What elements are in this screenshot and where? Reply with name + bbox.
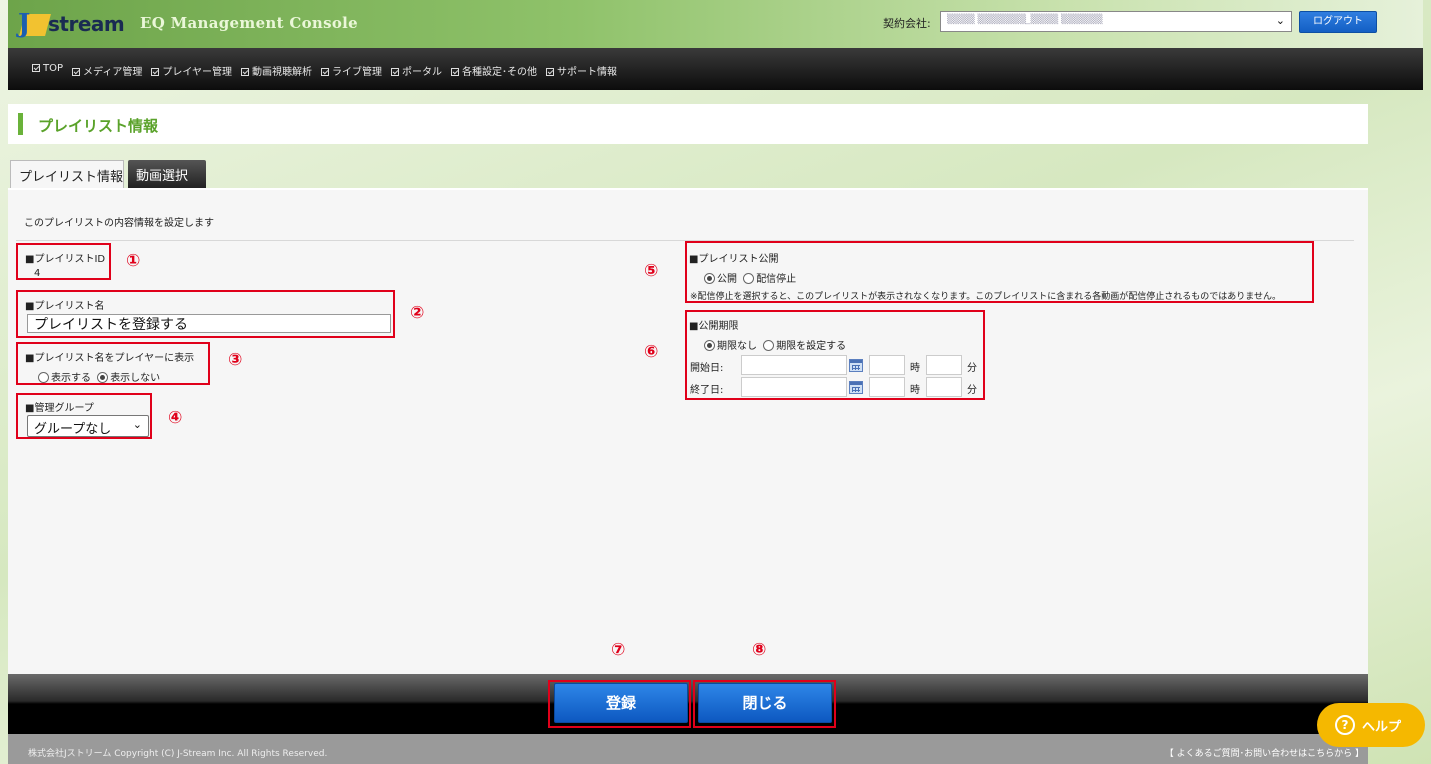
checkbox-icon xyxy=(151,68,160,76)
logo-text: stream xyxy=(48,12,125,36)
form-intro: このプレイリストの内容情報を設定します xyxy=(24,218,214,229)
annotation-number-6: ⑥ xyxy=(644,342,659,362)
logo-letter: J xyxy=(18,9,31,39)
annotation-number-2: ② xyxy=(410,303,425,323)
nav-item-settings[interactable]: 各種設定･その他 xyxy=(451,63,537,78)
copyright-text: 株式会社Jストリーム Copyright (C) J-Stream Inc. A… xyxy=(28,749,328,759)
tab-playlist-info[interactable]: プレイリスト情報 xyxy=(10,160,124,188)
faq-link[interactable]: 【 よくあるご質問･お問い合わせはこちらから 】 xyxy=(1165,746,1364,759)
checkbox-icon xyxy=(546,68,555,76)
checkbox-icon xyxy=(321,68,330,76)
header-bar: J stream EQ Management Console 契約会社: ▒▒▒… xyxy=(8,0,1423,48)
annotation-number-7: ⑦ xyxy=(611,640,626,660)
nav-item-player[interactable]: プレイヤー管理 xyxy=(151,63,232,78)
app-title: EQ Management Console xyxy=(140,14,359,32)
annotation-box-8 xyxy=(693,680,836,728)
nav-item-live[interactable]: ライブ管理 xyxy=(321,63,382,78)
logout-button[interactable]: ログアウト xyxy=(1299,11,1377,33)
nav-item-top[interactable]: TOP xyxy=(32,63,63,78)
annotation-number-5: ⑤ xyxy=(644,261,659,281)
page-title: プレイリスト情報 xyxy=(38,117,159,135)
annotation-box-3 xyxy=(16,342,210,385)
annotation-box-7 xyxy=(548,680,691,728)
checkbox-icon xyxy=(391,68,400,76)
help-button[interactable]: ? ヘルプ xyxy=(1317,703,1425,747)
company-select[interactable]: ▒▒▒▒ ▒▒▒▒▒▒▒_▒▒▒▒ ▒▒▒▒▒▒ ⌄ xyxy=(940,11,1292,32)
jstream-logo[interactable]: J stream xyxy=(18,10,128,38)
main-nav: TOP メディア管理 プレイヤー管理 動画視聴解析 ライブ管理 ポータル 各種設… xyxy=(8,48,1423,90)
annotation-box-1 xyxy=(16,243,111,280)
page-title-bar: プレイリスト情報 xyxy=(8,104,1368,144)
annotation-box-2 xyxy=(16,290,395,338)
help-icon: ? xyxy=(1335,715,1355,735)
checkbox-icon xyxy=(32,64,40,72)
title-marker xyxy=(18,113,23,135)
nav-item-support[interactable]: サポート情報 xyxy=(546,63,617,78)
chevron-down-icon: ⌄ xyxy=(1275,14,1285,27)
annotation-number-8: ⑧ xyxy=(752,640,767,660)
nav-item-media[interactable]: メディア管理 xyxy=(72,63,142,78)
annotation-box-6 xyxy=(685,310,985,400)
annotation-box-4 xyxy=(16,393,152,439)
company-label: 契約会社: xyxy=(883,17,931,30)
footer: 株式会社Jストリーム Copyright (C) J-Stream Inc. A… xyxy=(8,734,1368,764)
nav-item-portal[interactable]: ポータル xyxy=(391,63,442,78)
tab-video-select[interactable]: 動画選択 xyxy=(128,160,206,188)
checkbox-icon xyxy=(72,68,81,76)
checkbox-icon xyxy=(451,68,460,76)
nav-item-analytics[interactable]: 動画視聴解析 xyxy=(241,63,312,78)
annotation-number-1: ① xyxy=(126,251,141,271)
help-label: ヘルプ xyxy=(1362,720,1402,735)
annotation-box-5 xyxy=(685,241,1314,303)
annotation-number-4: ④ xyxy=(168,408,183,428)
checkbox-icon xyxy=(241,68,250,76)
annotation-number-3: ③ xyxy=(228,350,243,370)
company-select-value: ▒▒▒▒ ▒▒▒▒▒▒▒_▒▒▒▒ ▒▒▒▒▒▒ xyxy=(947,15,1103,25)
